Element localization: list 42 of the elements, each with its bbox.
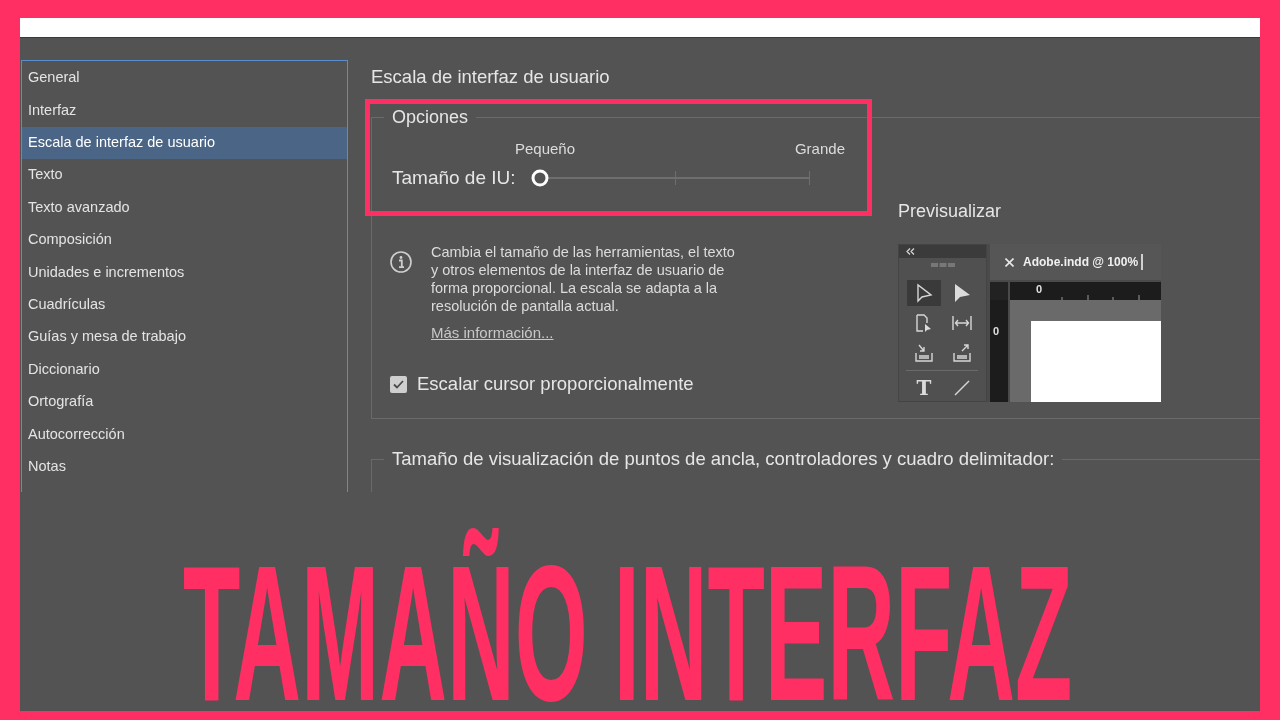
checkbox-label: Escalar cursor proporcionalmente [417, 374, 694, 394]
options-legend: Opciones [384, 106, 477, 128]
sidebar-item[interactable]: Autocorrección [22, 418, 347, 451]
sidebar-item[interactable]: Unidades e incrementos [22, 256, 347, 289]
section-title: Escala de interfaz de usuario [371, 67, 611, 87]
type-tool-glyph[interactable]: T [916, 377, 932, 399]
sidebar-item[interactable]: Cuadrículas [22, 288, 347, 322]
document-tab-title: Adobe.indd @ 100% [1023, 254, 1139, 271]
sidebar-item[interactable]: Diccionario [22, 353, 347, 386]
double-chevron-icon[interactable] [906, 248, 915, 255]
slider-label: Tamaño de IU: [392, 168, 517, 188]
gap-tool-icon[interactable] [952, 316, 972, 330]
checkbox[interactable] [390, 375, 407, 393]
slider-max-label: Grande [794, 138, 845, 159]
more-info-link[interactable]: Más información... [431, 325, 554, 341]
info-icon [390, 251, 412, 273]
sidebar-item[interactable]: Interfaz [22, 94, 347, 127]
document-tab[interactable]: Adobe.indd @ 100% [990, 244, 1161, 280]
sidebar-item[interactable]: General [22, 62, 347, 95]
sidebar-item[interactable]: Composición [22, 223, 347, 257]
slider-thumb[interactable] [531, 169, 549, 187]
ruler-label: 0 [993, 324, 1001, 338]
anchor-size-legend: Tamaño de visualización de puntos de ancla, controladores y cuadro delimitador: [384, 448, 1063, 470]
tray-up-arrow-icon[interactable] [953, 344, 971, 362]
checkmark-icon [393, 379, 404, 389]
sidebar-item[interactable]: Texto [22, 159, 347, 192]
tray-down-arrow-icon[interactable] [915, 344, 933, 362]
preview-title: Previsualizar [898, 201, 1003, 221]
ruler-label: 0 [1036, 282, 1043, 296]
sidebar-item[interactable]: Guías y mesa de trabajo [22, 321, 347, 354]
sidebar-item[interactable]: Notas [22, 450, 347, 484]
filled-arrow-icon[interactable] [954, 284, 970, 302]
caption-title: TAMAÑO INTERFAZ [183, 527, 1073, 704]
info-text: Cambia el tamaño de las herramientas, el texto y otros elementos de la interfaz de usuario de forma proporcional. La escala se adapta a la resolución de pantalla actual. [431, 243, 736, 315]
page-arrow-icon[interactable] [916, 314, 932, 332]
sidebar-item[interactable]: Escala de interfaz de usuario [22, 126, 347, 160]
slider-min-label: Pequeño [515, 138, 576, 159]
line-tool-icon[interactable] [954, 380, 970, 396]
sidebar-item[interactable]: Texto avanzado [22, 191, 347, 224]
close-icon[interactable] [1005, 257, 1014, 267]
grip-icon[interactable] [930, 262, 955, 267]
sidebar-item[interactable]: Ortografía [22, 385, 347, 419]
